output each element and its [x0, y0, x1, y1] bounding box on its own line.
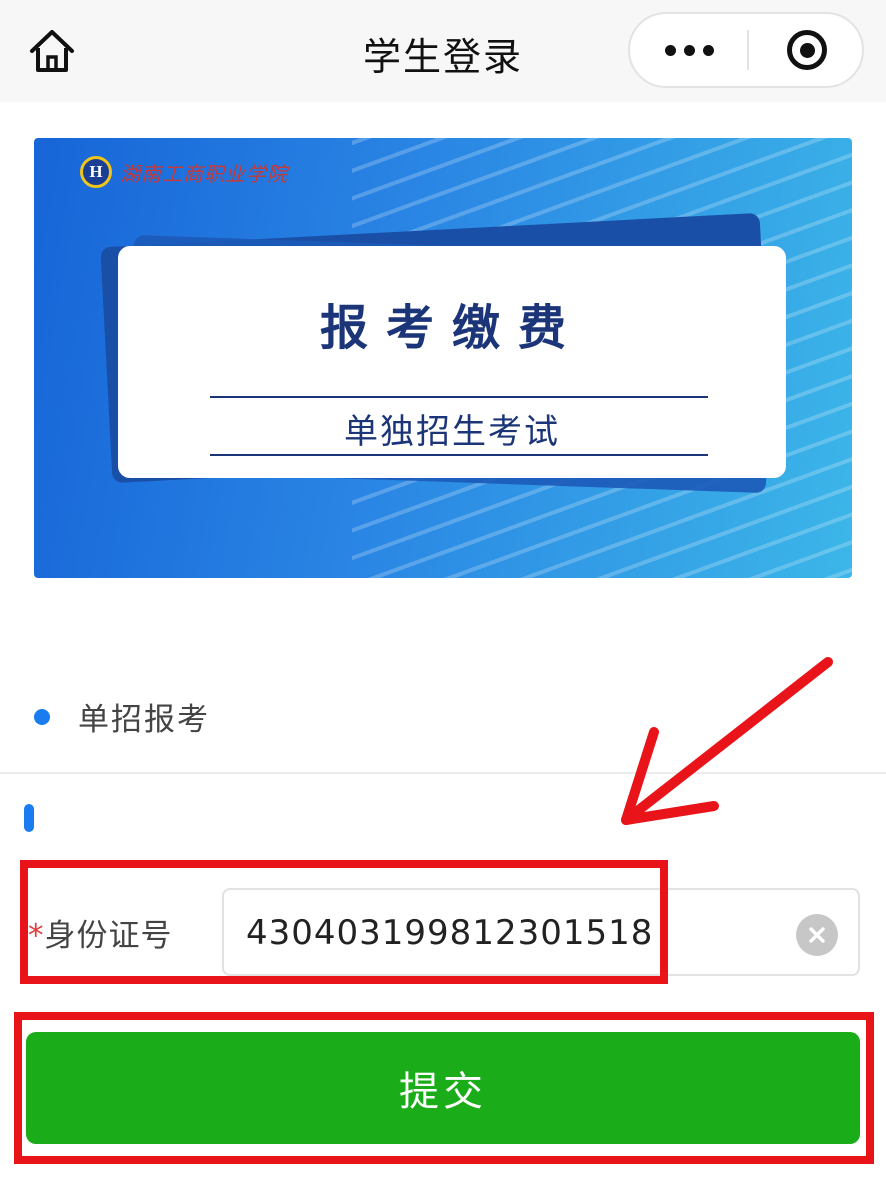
section-item-label: 单招报考	[78, 702, 210, 738]
close-mini-program-button[interactable]	[750, 14, 864, 86]
more-button[interactable]	[630, 14, 748, 86]
more-dots-icon	[664, 44, 714, 56]
id-number-label-text: 身份证号	[44, 918, 173, 954]
capsule-divider	[747, 30, 749, 70]
annotation-arrow-icon	[621, 657, 833, 825]
id-number-input[interactable]	[244, 904, 778, 962]
school-emblem-icon: H	[80, 156, 112, 188]
banner-card: 报考缴费 单独招生考试	[118, 246, 786, 478]
clear-circle-icon	[809, 927, 825, 943]
section-marker	[24, 804, 34, 832]
banner-title: 报考缴费	[319, 300, 584, 356]
target-circle-icon	[787, 30, 827, 70]
bullet-dot-icon	[34, 708, 50, 725]
school-name: 湖南工商职业学院	[120, 161, 288, 186]
submit-button[interactable]: 提交	[26, 1032, 860, 1144]
required-mark: *	[28, 918, 45, 954]
clear-input-button[interactable]	[796, 914, 838, 956]
navigation-bar: 学生登录	[0, 0, 886, 102]
banner-subtitle: 单独招生考试	[344, 412, 560, 452]
school-logo: H 湖南工商职业学院	[80, 156, 288, 188]
id-number-field	[222, 888, 860, 976]
section-item[interactable]: 单招报考	[34, 694, 210, 739]
banner-rule-bottom	[210, 454, 708, 456]
banner-image: H 湖南工商职业学院 报考缴费 单独招生考试	[34, 138, 852, 578]
mini-program-capsule	[628, 12, 864, 88]
id-number-label: *身份证号	[28, 910, 173, 955]
login-page: 学生登录 H 湖南工商职业学院 报考缴费 单独招生考试 单招报考 *身份证号 4…	[0, 0, 886, 1188]
banner-rule-top	[210, 396, 708, 398]
